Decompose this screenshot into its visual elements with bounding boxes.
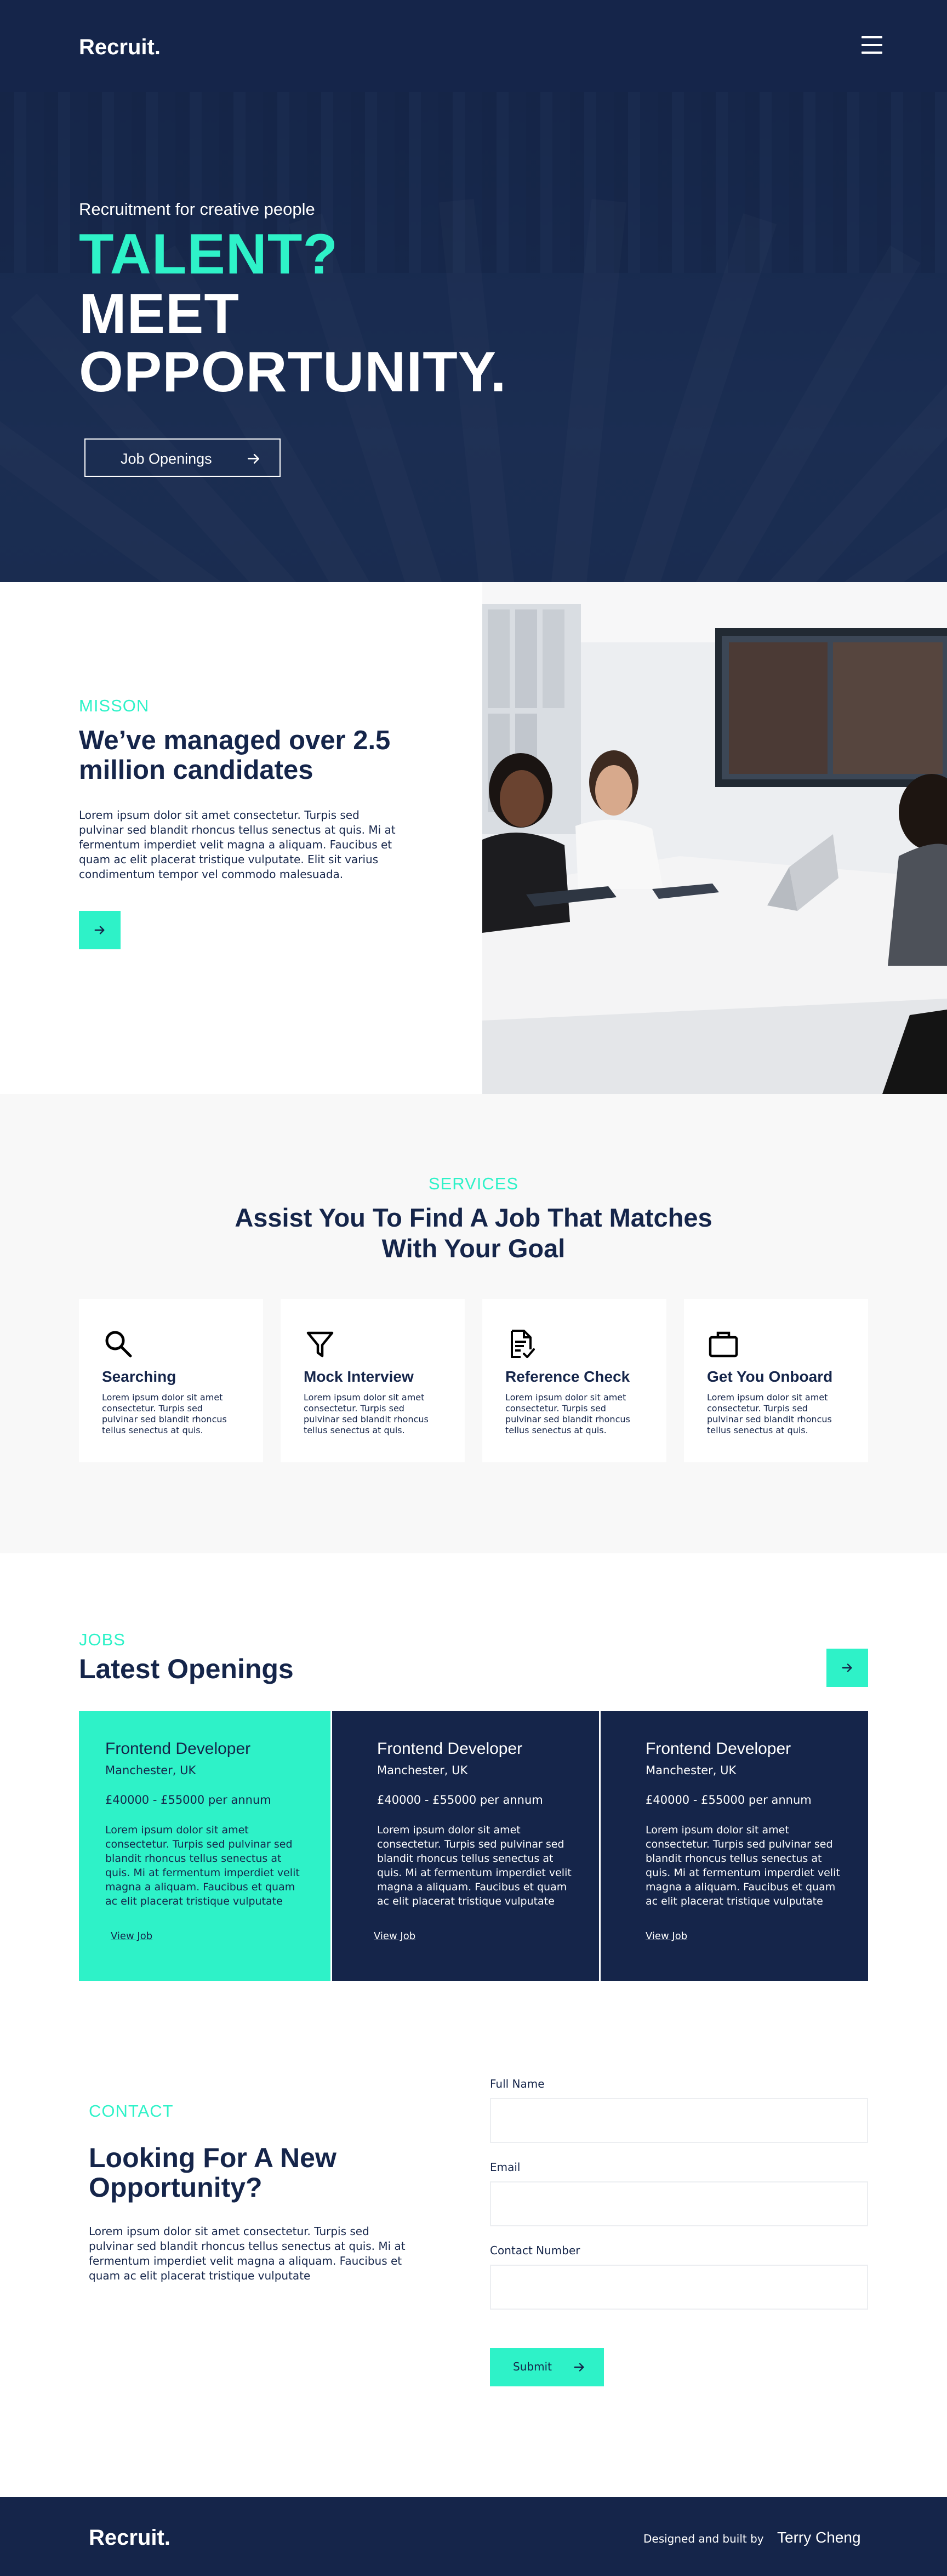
job-card[interactable]: Frontend Developer Manchester, UK £40000… xyxy=(79,1711,330,1981)
briefcase-icon xyxy=(709,1331,738,1358)
contact-eyebrow: CONTACT xyxy=(89,2101,174,2121)
site-footer: Recruit. Designed and built by Terry Che… xyxy=(0,2497,947,2576)
footer-author-link[interactable]: Terry Cheng xyxy=(777,2529,861,2546)
arrow-right-icon xyxy=(247,454,259,464)
menu-button[interactable] xyxy=(858,34,886,56)
document-check-icon xyxy=(511,1330,535,1358)
hero-subtitle: Recruitment for creative people xyxy=(79,200,315,219)
job-description: Lorem ipsum dolor sit amet consectetur. … xyxy=(646,1824,840,1907)
job-openings-button-label: Job Openings xyxy=(121,451,212,467)
job-openings-button[interactable]: Job Openings xyxy=(84,438,281,477)
full-name-field[interactable] xyxy=(490,2098,868,2143)
service-card-title: Mock Interview xyxy=(304,1368,414,1385)
arrow-right-icon xyxy=(842,1663,852,1672)
submit-button[interactable]: Submit xyxy=(490,2348,604,2386)
search-icon xyxy=(105,1331,132,1358)
mission-body: Lorem ipsum dolor sit amet consectetur. … xyxy=(79,808,396,881)
job-description: Lorem ipsum dolor sit amet consectetur. … xyxy=(105,1824,300,1907)
site-header: Recruit. xyxy=(0,0,947,92)
hero-headline-accent: TALENT? xyxy=(79,223,338,286)
arrow-right-icon xyxy=(574,2363,584,2372)
contact-number-field[interactable] xyxy=(490,2265,868,2310)
job-title: Frontend Developer xyxy=(646,1740,791,1758)
view-job-link[interactable]: View Job xyxy=(374,1930,415,1942)
job-description: Lorem ipsum dolor sit amet consectetur. … xyxy=(377,1824,572,1907)
jobs-title: Latest Openings xyxy=(79,1654,294,1684)
contact-title: Looking For A New Opportunity? xyxy=(89,2142,336,2203)
job-location: Manchester, UK xyxy=(105,1764,196,1777)
view-job-link[interactable]: View Job xyxy=(111,1930,152,1942)
service-card-title: Reference Check xyxy=(505,1368,630,1385)
service-card-reference-check[interactable]: Reference Check Lorem ipsum dolor sit am… xyxy=(482,1299,666,1462)
contact-section: CONTACT Looking For A New Opportunity? L… xyxy=(0,2030,947,2497)
filter-icon xyxy=(306,1331,334,1358)
jobs-section: JOBS Latest Openings Frontend Developer … xyxy=(0,1553,947,2030)
services-eyebrow: SERVICES xyxy=(428,1174,519,1193)
arrow-right-icon xyxy=(94,926,105,934)
mission-section: MISSON We’ve managed over 2.5 million ca… xyxy=(0,582,947,1094)
view-job-link[interactable]: View Job xyxy=(646,1930,687,1942)
service-card-text: Lorem ipsum dolor sit amet consectetur. … xyxy=(304,1392,429,1435)
job-location: Manchester, UK xyxy=(646,1764,737,1777)
service-card-onboard[interactable]: Get You Onboard Lorem ipsum dolor sit am… xyxy=(684,1299,868,1462)
job-salary: £40000 - £55000 per annum xyxy=(105,1793,271,1806)
submit-button-label: Submit xyxy=(513,2360,552,2373)
mission-title: We’ve managed over 2.5 million candidate… xyxy=(79,726,391,785)
hero-headline: MEET OPPORTUNITY. xyxy=(79,282,507,404)
job-card[interactable]: Frontend Developer Manchester, UK £40000… xyxy=(332,1711,599,1981)
contact-body: Lorem ipsum dolor sit amet consectetur. … xyxy=(89,2225,406,2282)
services-title: Assist You To Find A Job That Matches Wi… xyxy=(235,1203,712,1263)
jobs-eyebrow: JOBS xyxy=(79,1630,125,1649)
jobs-arrow-button[interactable] xyxy=(826,1649,868,1687)
mission-eyebrow: MISSON xyxy=(79,696,150,715)
mission-arrow-button[interactable] xyxy=(79,911,121,949)
contact-number-label: Contact Number xyxy=(490,2244,580,2257)
service-card-text: Lorem ipsum dolor sit amet consectetur. … xyxy=(707,1392,832,1435)
footer-credit: Designed and built by xyxy=(643,2532,764,2545)
services-section: SERVICES Assist You To Find A Job That M… xyxy=(0,1094,947,1553)
service-card-text: Lorem ipsum dolor sit amet consectetur. … xyxy=(505,1392,630,1435)
job-salary: £40000 - £55000 per annum xyxy=(646,1793,812,1806)
footer-logo[interactable]: Recruit. xyxy=(89,2526,170,2550)
job-title: Frontend Developer xyxy=(105,1740,251,1758)
service-card-title: Get You Onboard xyxy=(707,1368,833,1385)
service-card-title: Searching xyxy=(102,1368,176,1385)
full-name-label: Full Name xyxy=(490,2077,545,2090)
hero-section: Recruitment for creative people TALENT? … xyxy=(0,92,947,582)
logo[interactable]: Recruit. xyxy=(79,35,161,60)
email-label: Email xyxy=(490,2161,521,2174)
job-card[interactable]: Frontend Developer Manchester, UK £40000… xyxy=(601,1711,868,1981)
office-meeting-photo xyxy=(482,582,947,1094)
email-field[interactable] xyxy=(490,2181,868,2226)
job-title: Frontend Developer xyxy=(377,1740,523,1758)
service-card-mock-interview[interactable]: Mock Interview Lorem ipsum dolor sit ame… xyxy=(281,1299,465,1462)
job-location: Manchester, UK xyxy=(377,1764,468,1777)
job-salary: £40000 - £55000 per annum xyxy=(377,1793,543,1806)
service-card-searching[interactable]: Searching Lorem ipsum dolor sit amet con… xyxy=(79,1299,263,1462)
service-card-text: Lorem ipsum dolor sit amet consectetur. … xyxy=(102,1392,227,1435)
